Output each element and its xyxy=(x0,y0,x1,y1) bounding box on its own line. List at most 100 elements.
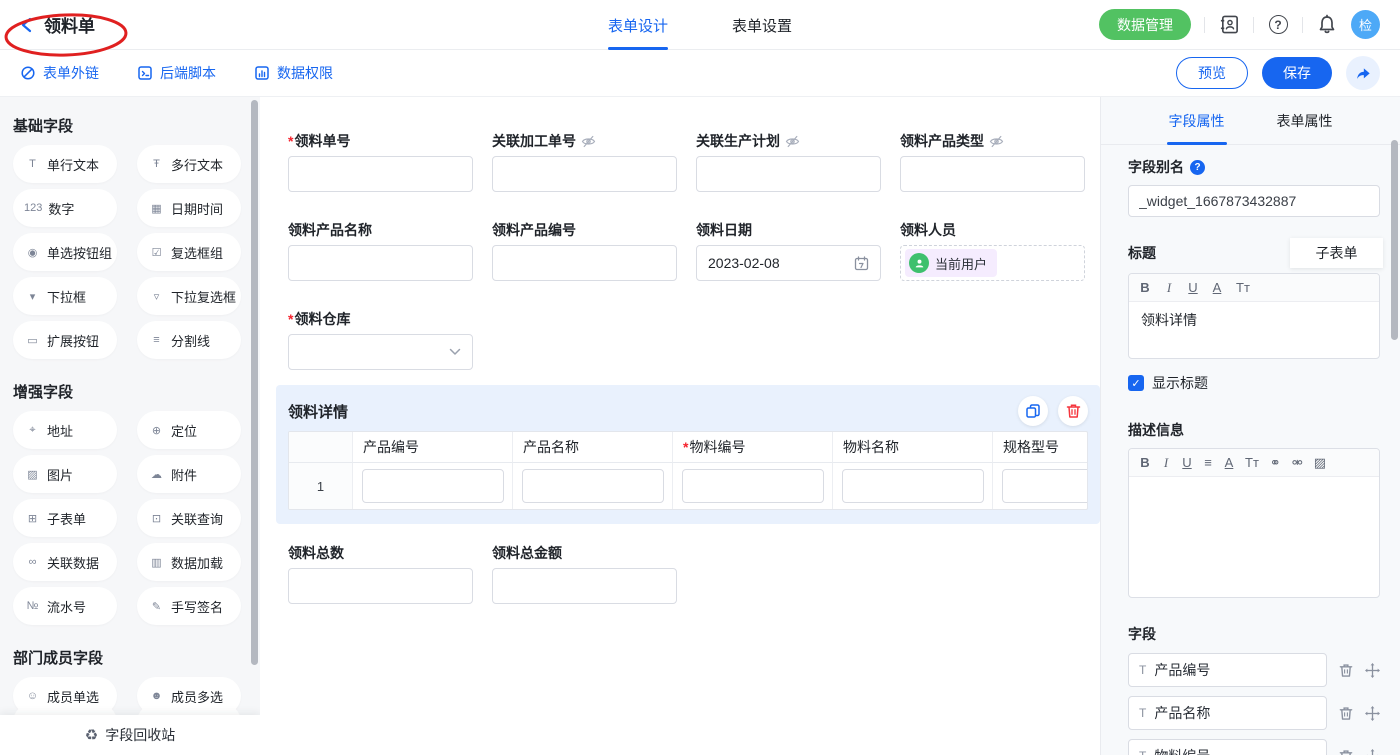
request-person-input[interactable]: 当前用户 xyxy=(900,245,1085,281)
field-type-select[interactable]: ▾下拉框 xyxy=(13,277,117,315)
field-item-product-no[interactable]: T产品编号 xyxy=(1128,653,1327,687)
drag-move-icon[interactable] xyxy=(1365,749,1380,755)
italic-icon[interactable]: I xyxy=(1161,455,1171,471)
field-recycle-bin-button[interactable]: ♻ 字段回收站 xyxy=(0,715,260,755)
field-type-multi-line-text[interactable]: Ŧ多行文本 xyxy=(137,145,241,183)
share-button[interactable] xyxy=(1346,56,1380,90)
field-type-checkbox-group[interactable]: ☑复选框组 xyxy=(137,233,241,271)
description-rich-text-editor[interactable]: B I U ≡ A Tт ⚭ ⚮ ▨ xyxy=(1128,448,1380,598)
help-icon[interactable]: ? xyxy=(1267,14,1289,36)
form-field-linked-production-plan[interactable]: 关联生产计划 xyxy=(696,133,881,192)
font-size-icon[interactable]: Tт xyxy=(1236,280,1250,295)
field-type-data-load[interactable]: ▥数据加载 xyxy=(137,543,241,581)
tab-form-design[interactable]: 表单设计 xyxy=(608,0,668,50)
italic-icon[interactable]: I xyxy=(1164,280,1174,296)
cell-input-product-no[interactable] xyxy=(362,469,504,503)
linked-production-plan-input[interactable] xyxy=(696,156,881,192)
field-type-divider[interactable]: ≡分割线 xyxy=(137,321,241,359)
field-type-multi-select[interactable]: ▿下拉复选框 xyxy=(137,277,241,315)
product-no-input[interactable] xyxy=(492,245,677,281)
form-field-product-no[interactable]: 领料产品编号 xyxy=(492,222,677,281)
image-icon[interactable]: ▨ xyxy=(1314,455,1326,471)
data-permission-button[interactable]: 数据权限 xyxy=(254,63,333,83)
underline-icon[interactable]: U xyxy=(1182,455,1192,470)
form-field-request-person[interactable]: 领料人员 当前用户 xyxy=(900,222,1085,281)
font-color-icon[interactable]: A xyxy=(1224,455,1234,470)
field-type-linked-query[interactable]: ⊡关联查询 xyxy=(137,499,241,537)
user-avatar[interactable]: 检 xyxy=(1351,10,1380,39)
field-type-extension-button[interactable]: ▭扩展按钮 xyxy=(13,321,117,359)
properties-panel-scrollbar[interactable] xyxy=(1391,140,1398,340)
field-type-signature[interactable]: ✎手写签名 xyxy=(137,587,241,625)
underline-icon[interactable]: U xyxy=(1188,280,1198,295)
contacts-icon[interactable] xyxy=(1218,14,1240,36)
warehouse-select[interactable] xyxy=(288,334,473,370)
form-field-linked-process-order[interactable]: 关联加工单号 xyxy=(492,133,677,192)
delete-field-icon[interactable] xyxy=(1339,663,1353,678)
field-type-number[interactable]: 123数字 xyxy=(13,189,117,227)
total-quantity-input[interactable] xyxy=(288,568,473,604)
tab-field-properties[interactable]: 字段属性 xyxy=(1169,97,1225,145)
font-color-icon[interactable]: A xyxy=(1212,280,1222,295)
product-type-input[interactable] xyxy=(900,156,1085,192)
unlink-icon[interactable]: ⚮ xyxy=(1292,455,1303,471)
form-field-material-request-no[interactable]: *领料单号 xyxy=(288,133,473,192)
field-type-linked-data[interactable]: ∞关联数据 xyxy=(13,543,117,581)
form-field-request-date[interactable]: 领料日期 2023-02-08 xyxy=(696,222,881,281)
linked-process-order-input[interactable] xyxy=(492,156,677,192)
material-request-no-input[interactable] xyxy=(288,156,473,192)
field-alias-input[interactable] xyxy=(1128,185,1380,217)
form-field-product-type[interactable]: 领料产品类型 xyxy=(900,133,1085,192)
show-title-checkbox[interactable]: ✓ xyxy=(1128,375,1144,391)
form-field-product-name[interactable]: 领料产品名称 xyxy=(288,222,473,281)
cell-input-spec-model[interactable] xyxy=(1002,469,1089,503)
field-type-attachment[interactable]: ☁附件 xyxy=(137,455,241,493)
font-size-icon[interactable]: Tт xyxy=(1245,455,1259,470)
align-icon[interactable]: ≡ xyxy=(1203,455,1213,470)
request-date-input[interactable]: 2023-02-08 xyxy=(696,245,881,281)
bold-icon[interactable]: B xyxy=(1140,455,1150,470)
copy-widget-button[interactable] xyxy=(1018,396,1048,426)
textarea-icon: Ŧ xyxy=(148,158,165,170)
title-editor-content[interactable]: 领料详情 xyxy=(1129,302,1379,358)
external-link-button[interactable]: 表单外链 xyxy=(20,63,99,83)
field-type-radio-group[interactable]: ◉单选按钮组 xyxy=(13,233,117,271)
notification-bell-icon[interactable] xyxy=(1316,14,1338,36)
field-item-material-no[interactable]: T物料编号 xyxy=(1128,739,1327,755)
field-item-product-name[interactable]: T产品名称 xyxy=(1128,696,1327,730)
total-amount-input[interactable] xyxy=(492,568,677,604)
field-type-address[interactable]: ⌖地址 xyxy=(13,411,117,449)
hidden-eye-icon xyxy=(989,135,1004,148)
cell-input-material-no[interactable] xyxy=(682,469,824,503)
bold-icon[interactable]: B xyxy=(1140,280,1150,295)
delete-field-icon[interactable] xyxy=(1339,706,1353,721)
description-editor-content[interactable] xyxy=(1129,477,1379,597)
drag-move-icon[interactable] xyxy=(1365,706,1380,721)
data-manage-button[interactable]: 数据管理 xyxy=(1099,9,1191,40)
tab-form-properties[interactable]: 表单属性 xyxy=(1277,97,1333,145)
field-type-location[interactable]: ⊕定位 xyxy=(137,411,241,449)
form-field-total-quantity[interactable]: 领料总数 xyxy=(288,545,473,604)
field-type-serial-number[interactable]: №流水号 xyxy=(13,587,117,625)
sidebar-scrollbar[interactable] xyxy=(251,100,258,665)
field-type-subform[interactable]: ⊞子表单 xyxy=(13,499,117,537)
form-field-warehouse[interactable]: *领料仓库 xyxy=(288,311,473,370)
cell-input-material-name[interactable] xyxy=(842,469,984,503)
drag-move-icon[interactable] xyxy=(1365,663,1380,678)
delete-field-icon[interactable] xyxy=(1339,749,1353,755)
form-field-total-amount[interactable]: 领料总金额 xyxy=(492,545,677,604)
title-rich-text-editor[interactable]: B I U A Tт 领料详情 xyxy=(1128,273,1380,359)
subform-widget-selected[interactable]: 领料详情 产品编号 产品名称 *物料编号 物料名称 规格型号 xyxy=(276,385,1100,524)
link-icon[interactable]: ⚭ xyxy=(1270,455,1281,471)
field-type-single-line-text[interactable]: T单行文本 xyxy=(13,145,117,183)
delete-widget-button[interactable] xyxy=(1058,396,1088,426)
tab-form-settings[interactable]: 表单设置 xyxy=(732,0,792,50)
cell-input-product-name[interactable] xyxy=(522,469,664,503)
field-type-datetime[interactable]: ▦日期时间 xyxy=(137,189,241,227)
help-icon[interactable]: ? xyxy=(1190,160,1205,175)
save-button[interactable]: 保存 xyxy=(1262,57,1332,89)
backend-script-button[interactable]: 后端脚本 xyxy=(137,63,216,83)
product-name-input[interactable] xyxy=(288,245,473,281)
preview-button[interactable]: 预览 xyxy=(1176,57,1248,89)
field-type-image[interactable]: ▨图片 xyxy=(13,455,117,493)
